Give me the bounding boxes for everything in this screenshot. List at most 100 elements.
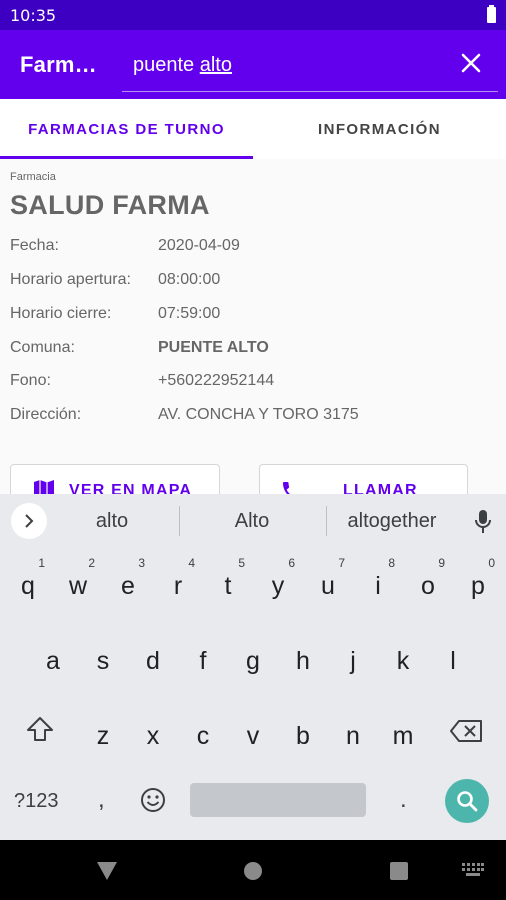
key-number-hint: 1 — [38, 556, 45, 570]
key-label: s — [96, 647, 110, 675]
emoji-icon[interactable] — [140, 787, 166, 813]
key-v[interactable]: v — [228, 704, 278, 764]
soft-keyboard: alto Alto altogether 1q 2w 3e 4r 5t 6y 7… — [0, 494, 506, 840]
tab-farmacias-de-turno[interactable]: FARMACIAS DE TURNO — [0, 99, 253, 159]
key-k[interactable]: k — [378, 629, 428, 689]
suggestion-item[interactable]: altogether — [322, 510, 462, 533]
space-key[interactable] — [190, 783, 366, 817]
key-x[interactable]: x — [128, 704, 178, 764]
key-u[interactable]: 7u — [303, 554, 353, 614]
home-icon[interactable] — [244, 862, 262, 880]
search-query[interactable]: puente alto — [133, 54, 232, 77]
key-n[interactable]: n — [328, 704, 378, 764]
pharmacy-name: SALUD FARMA — [10, 190, 210, 220]
key-h[interactable]: h — [278, 629, 328, 689]
key-number-hint: 5 — [238, 556, 245, 570]
battery-icon — [487, 5, 496, 23]
key-r[interactable]: 4r — [153, 554, 203, 614]
key-number-hint: 8 — [388, 556, 395, 570]
suggestion-item[interactable]: alto — [42, 510, 182, 533]
key-l[interactable]: l — [428, 629, 478, 689]
suggestion-strip: alto Alto altogether — [0, 494, 506, 548]
key-label: x — [146, 722, 160, 750]
search-input[interactable]: puente alto — [122, 44, 498, 92]
key-label: n — [346, 722, 360, 750]
key-b[interactable]: b — [278, 704, 328, 764]
key-j[interactable]: j — [328, 629, 378, 689]
field-row-fecha: Fecha: 2020-04-09 — [10, 237, 500, 261]
field-value: AV. CONCHA Y TORO 3175 — [158, 406, 359, 423]
tab-bar: FARMACIAS DE TURNO INFORMACIÓN — [0, 99, 506, 159]
key-p[interactable]: 0p — [453, 554, 503, 614]
key-d[interactable]: d — [128, 629, 178, 689]
key-label: k — [396, 647, 410, 675]
key-number-hint: 2 — [88, 556, 95, 570]
mic-icon[interactable] — [473, 509, 493, 535]
key-q[interactable]: 1q — [3, 554, 53, 614]
backspace-icon[interactable] — [450, 720, 482, 742]
period-key[interactable]: . — [400, 786, 407, 814]
key-g[interactable]: g — [228, 629, 278, 689]
key-label: q — [21, 572, 35, 600]
key-o[interactable]: 9o — [403, 554, 453, 614]
key-label: c — [196, 722, 210, 750]
key-z[interactable]: z — [78, 704, 128, 764]
comma-key[interactable]: , — [98, 786, 105, 814]
symbols-key[interactable]: ?123 — [14, 790, 59, 813]
key-f[interactable]: f — [178, 629, 228, 689]
key-c[interactable]: c — [178, 704, 228, 764]
key-s[interactable]: s — [78, 629, 128, 689]
key-t[interactable]: 5t — [203, 554, 253, 614]
key-e[interactable]: 3e — [103, 554, 153, 614]
search-icon — [457, 791, 478, 812]
tab-informacion[interactable]: INFORMACIÓN — [253, 99, 506, 159]
key-label: m — [392, 722, 414, 750]
field-row-fono: Fono: +560222952144 — [10, 372, 500, 396]
key-label: z — [96, 722, 110, 750]
key-label: t — [224, 572, 232, 600]
key-number-hint: 9 — [438, 556, 445, 570]
field-label: Comuna: — [10, 339, 75, 356]
key-label: i — [375, 572, 381, 600]
key-number-hint: 7 — [338, 556, 345, 570]
key-label: j — [350, 647, 356, 675]
pharmacy-card: Farmacia SALUD FARMA Fecha: 2020-04-09 H… — [0, 159, 506, 504]
shift-icon[interactable] — [26, 716, 54, 742]
search-key[interactable] — [445, 779, 489, 823]
field-label: Fecha: — [10, 237, 59, 254]
key-m[interactable]: m — [378, 704, 428, 764]
field-value: 07:59:00 — [158, 305, 221, 322]
key-label: e — [121, 572, 135, 600]
key-label: o — [421, 572, 435, 600]
field-value: +560222952144 — [158, 372, 275, 389]
status-time: 10:35 — [10, 6, 57, 25]
field-label: Dirección: — [10, 406, 82, 423]
key-label: g — [246, 647, 260, 675]
app-title: Farm… — [20, 52, 97, 77]
field-row-comuna: Comuna: PUENTE ALTO — [10, 339, 500, 363]
back-icon[interactable] — [97, 862, 117, 880]
field-row-horario-cierre: Horario cierre: 07:59:00 — [10, 305, 500, 329]
key-number-hint: 6 — [288, 556, 295, 570]
key-label: r — [173, 572, 183, 600]
key-number-hint: 0 — [488, 556, 495, 570]
key-y[interactable]: 6y — [253, 554, 303, 614]
field-label: Horario apertura: — [10, 271, 131, 288]
key-number-hint: 3 — [138, 556, 145, 570]
key-label: l — [450, 647, 456, 675]
field-row-horario-apertura: Horario apertura: 08:00:00 — [10, 271, 500, 295]
recent-apps-icon[interactable] — [390, 862, 408, 880]
key-label: h — [296, 647, 310, 675]
keyboard-icon[interactable] — [462, 863, 484, 877]
field-label: Fono: — [10, 372, 51, 389]
key-w[interactable]: 2w — [53, 554, 103, 614]
status-bar: 10:35 — [0, 0, 506, 30]
key-a[interactable]: a — [28, 629, 78, 689]
key-i[interactable]: 8i — [353, 554, 403, 614]
field-value: 2020-04-09 — [158, 237, 240, 254]
app-screen: 10:35 Farm… puente alto FARMACIAS DE TUR… — [0, 0, 506, 900]
key-label: p — [471, 572, 485, 600]
close-icon[interactable] — [458, 50, 484, 76]
suggestion-item[interactable]: Alto — [182, 510, 322, 533]
field-label: Horario cierre: — [10, 305, 112, 322]
